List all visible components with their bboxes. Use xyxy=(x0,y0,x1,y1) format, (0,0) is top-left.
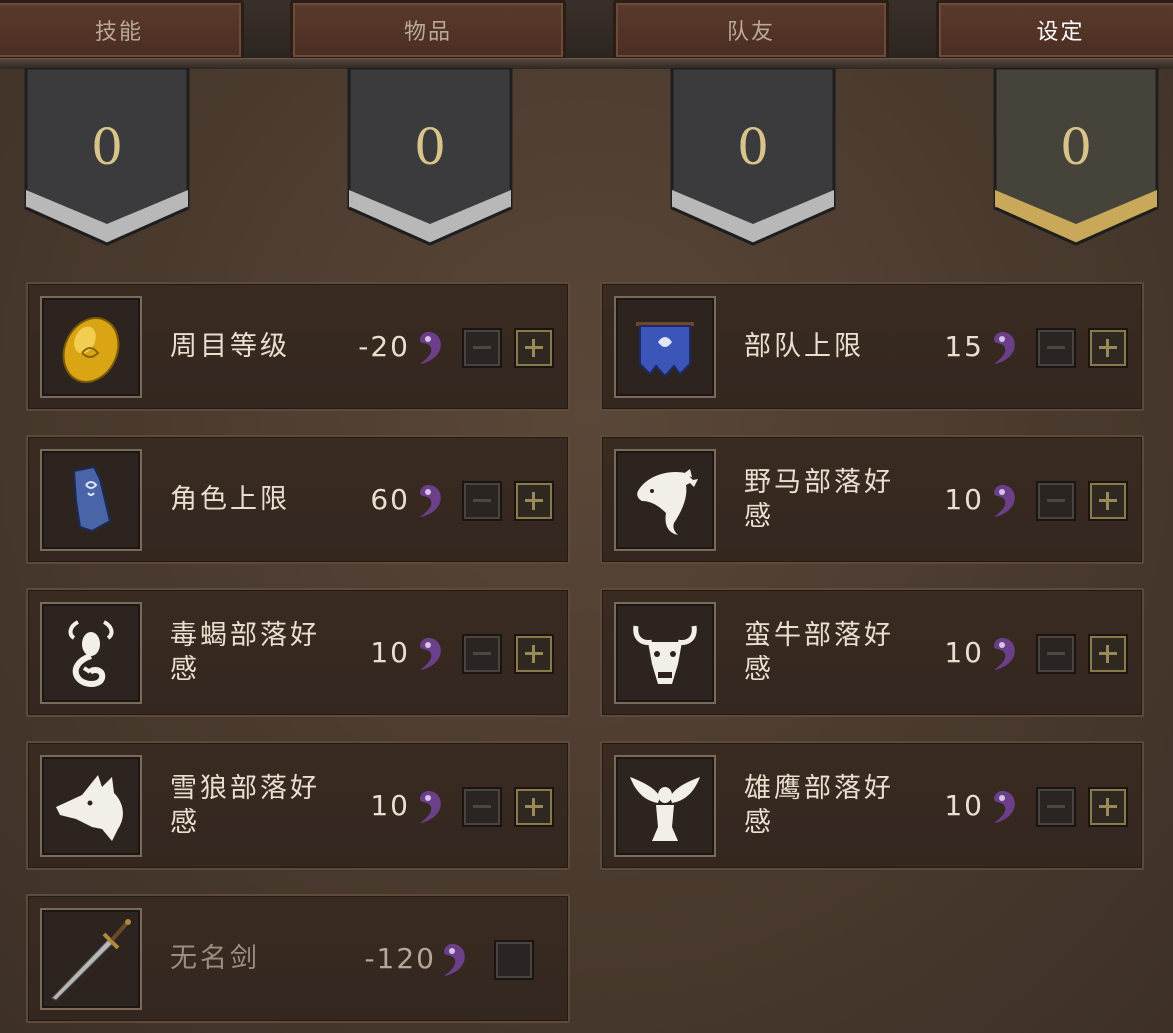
soul-icon xyxy=(990,636,1020,672)
setting-card-bull-tribe: 蛮牛部落好感 10 xyxy=(600,588,1144,717)
increase-button[interactable] xyxy=(1088,328,1128,368)
decrease-button[interactable] xyxy=(462,481,502,521)
soul-icon xyxy=(416,789,446,825)
setting-card-troop-limit: 部队上限 15 xyxy=(600,282,1144,411)
setting-value: 10 xyxy=(944,483,984,516)
soul-icon xyxy=(990,789,1020,825)
nameless-sword-checkbox[interactable] xyxy=(494,940,534,980)
setting-value: -20 xyxy=(358,330,410,363)
soul-icon xyxy=(416,636,446,672)
blue-tabard-icon xyxy=(40,449,142,551)
setting-label: 无名剑 xyxy=(170,942,260,974)
soul-icon xyxy=(440,942,470,978)
decrease-button[interactable] xyxy=(1036,481,1076,521)
tab-items[interactable]: 物品 xyxy=(290,0,566,60)
setting-value: 10 xyxy=(370,636,410,669)
tab-teammates[interactable]: 队友 xyxy=(613,0,889,60)
banner-3: 0 xyxy=(670,68,836,248)
banner-1-value: 0 xyxy=(91,118,123,176)
tab-items-label: 物品 xyxy=(403,20,452,45)
tab-skills-label: 技能 xyxy=(94,20,143,45)
setting-value: 15 xyxy=(944,330,984,363)
horse-head-icon xyxy=(614,449,716,551)
increase-button[interactable] xyxy=(514,328,554,368)
setting-label: 部队上限 xyxy=(744,330,864,362)
setting-card-nameless-sword: 无名剑 -120 xyxy=(26,894,570,1023)
setting-value: -120 xyxy=(364,942,436,975)
setting-label: 毒蝎部落好感 xyxy=(170,619,320,685)
soul-icon xyxy=(416,330,446,366)
soul-icon xyxy=(990,483,1020,519)
banner-4: 0 xyxy=(993,68,1159,248)
increase-button[interactable] xyxy=(514,481,554,521)
decrease-button[interactable] xyxy=(462,787,502,827)
soul-icon xyxy=(416,483,446,519)
setting-value: 10 xyxy=(370,789,410,822)
blue-banner-icon xyxy=(614,296,716,398)
increase-button[interactable] xyxy=(1088,634,1128,674)
increase-button[interactable] xyxy=(1088,787,1128,827)
soul-icon xyxy=(990,330,1020,366)
setting-card-eagle-tribe: 雄鹰部落好感 10 xyxy=(600,741,1144,870)
setting-value: 10 xyxy=(944,636,984,669)
setting-label: 周目等级 xyxy=(170,330,290,362)
decrease-button[interactable] xyxy=(1036,328,1076,368)
setting-card-scorpion-tribe: 毒蝎部落好感 10 xyxy=(26,588,570,717)
decrease-button[interactable] xyxy=(462,328,502,368)
increase-button[interactable] xyxy=(1088,481,1128,521)
decrease-button[interactable] xyxy=(1036,787,1076,827)
banner-2: 0 xyxy=(347,68,513,248)
banner-2-value: 0 xyxy=(414,118,446,176)
sword-icon xyxy=(40,908,142,1010)
setting-value: 60 xyxy=(370,483,410,516)
setting-label: 角色上限 xyxy=(170,483,290,515)
setting-card-wild-horse-tribe: 野马部落好感 10 xyxy=(600,435,1144,564)
tab-settings[interactable]: 设定 xyxy=(936,0,1173,60)
tab-teammates-label: 队友 xyxy=(726,20,775,45)
banner-1: 0 xyxy=(24,68,190,248)
eagle-icon xyxy=(614,755,716,857)
banner-3-value: 0 xyxy=(737,118,769,176)
increase-button[interactable] xyxy=(514,634,554,674)
scorpion-icon xyxy=(40,602,142,704)
setting-label: 雄鹰部落好感 xyxy=(744,772,894,838)
wolf-head-icon xyxy=(40,755,142,857)
tab-settings-label: 设定 xyxy=(1036,20,1085,45)
tab-skills[interactable]: 技能 xyxy=(0,0,244,60)
setting-card-cycle-level: 周目等级 -20 xyxy=(26,282,570,411)
decrease-button[interactable] xyxy=(1036,634,1076,674)
setting-label: 蛮牛部落好感 xyxy=(744,619,894,685)
setting-value: 10 xyxy=(944,789,984,822)
decrease-button[interactable] xyxy=(462,634,502,674)
bull-head-icon xyxy=(614,602,716,704)
increase-button[interactable] xyxy=(514,787,554,827)
setting-card-snow-wolf-tribe: 雪狼部落好感 10 xyxy=(26,741,570,870)
setting-label: 雪狼部落好感 xyxy=(170,772,320,838)
setting-card-character-limit: 角色上限 60 xyxy=(26,435,570,564)
banner-4-value: 0 xyxy=(1060,118,1092,176)
setting-label: 野马部落好感 xyxy=(744,466,894,532)
golden-egg-icon xyxy=(40,296,142,398)
